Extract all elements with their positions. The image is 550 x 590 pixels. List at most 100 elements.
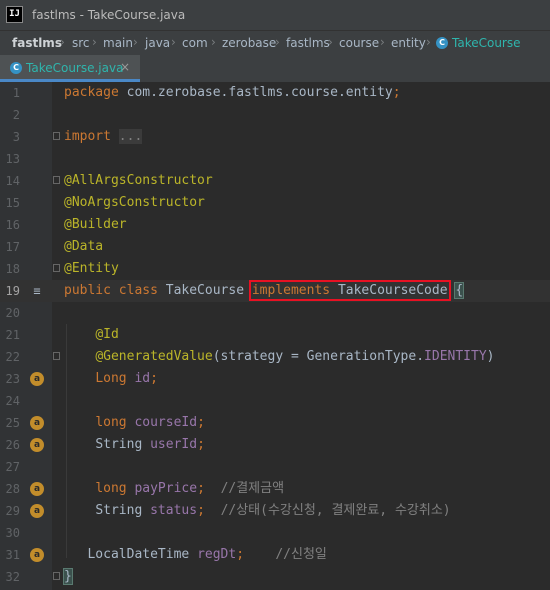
field-marker-icon[interactable]: a (30, 504, 44, 518)
line-number: 29 (5, 504, 20, 518)
code-line[interactable]: 23 a Long id; (0, 368, 550, 390)
code-text: public class TakeCourse implements TakeC… (64, 280, 465, 302)
code-token: ; (150, 371, 158, 386)
code-text: long courseId; (64, 412, 205, 434)
code-text: @Data (64, 236, 103, 258)
code-token: @Id (95, 327, 119, 342)
fold-marker-icon[interactable] (53, 132, 60, 140)
line-number: 16 (5, 218, 20, 232)
code-text: String userId; (64, 434, 205, 456)
code-token: ; (197, 415, 205, 430)
line-number: 3 (12, 130, 20, 144)
code-text: @Id (64, 324, 119, 346)
field-marker-icon[interactable]: a (30, 372, 44, 386)
line-number: 14 (5, 174, 20, 188)
line-number: 30 (5, 526, 20, 540)
code-token: @Data (64, 239, 104, 254)
code-line[interactable]: 16 @Builder (0, 214, 550, 236)
field-marker-icon[interactable]: a (30, 548, 44, 562)
chevron-right-icon: › (60, 35, 65, 49)
code-token: TakeCourseCode (330, 283, 448, 298)
close-icon[interactable]: × (120, 60, 130, 74)
code-line[interactable]: 15 @NoArgsConstructor (0, 192, 550, 214)
breadcrumb-main[interactable]: main (103, 36, 133, 50)
fold-marker-icon[interactable] (53, 176, 60, 184)
code-line[interactable]: 13 (0, 148, 550, 170)
line-number: 27 (5, 460, 20, 474)
code-line[interactable]: 28 a long payPrice; //결제금액 (0, 478, 550, 500)
chevron-right-icon: › (275, 35, 280, 49)
class-icon: C (436, 36, 448, 49)
tab-takecourse-java[interactable]: C TakeCourse.java × (0, 55, 140, 82)
code-token: } (63, 568, 73, 585)
breadcrumb-java[interactable]: java (145, 36, 170, 50)
line-number: 21 (5, 328, 20, 342)
code-text: @GeneratedValue(strategy = GenerationTyp… (64, 346, 494, 368)
code-token: userId (150, 437, 198, 452)
line-number: 22 (5, 350, 20, 364)
code-line[interactable]: 30 (0, 522, 550, 544)
code-line[interactable]: 19 ≡ public class TakeCourse implements Ta… (0, 280, 550, 302)
code-line[interactable]: 17 @Data (0, 236, 550, 258)
code-token: @AllArgsConstructor (64, 173, 213, 188)
line-number: 13 (5, 152, 20, 166)
breadcrumb-com[interactable]: com (182, 36, 208, 50)
database-entity-icon[interactable]: ≡ (30, 284, 44, 298)
editor-tab-bar: C TakeCourse.java × (0, 55, 550, 83)
code-line[interactable]: 20 (0, 302, 550, 324)
field-marker-icon[interactable]: a (30, 482, 44, 496)
fold-marker-icon[interactable] (53, 264, 60, 272)
field-marker-icon[interactable]: a (30, 438, 44, 452)
breadcrumb-fastlms-pkg[interactable]: fastlms (286, 36, 330, 50)
breadcrumb-takecourse[interactable]: C TakeCourse (436, 36, 521, 50)
code-token: public class (64, 283, 166, 298)
code-line[interactable]: 18 @Entity (0, 258, 550, 280)
code-line[interactable]: 31 a LocalDateTime regDt; //신청일 (0, 544, 550, 566)
breadcrumb-fastlms[interactable]: fastlms (12, 36, 62, 50)
code-line[interactable]: 2 (0, 104, 550, 126)
code-token: status (150, 503, 198, 518)
code-token: String (95, 437, 151, 452)
code-token: ... (118, 129, 143, 144)
code-line[interactable]: 1 package com.zerobase.fastlms.course.ent… (0, 82, 550, 104)
code-line[interactable]: 27 (0, 456, 550, 478)
line-number: 17 (5, 240, 20, 254)
code-line[interactable]: 22 @GeneratedValue(strategy = Generation… (0, 346, 550, 368)
code-line[interactable]: 32} (0, 566, 550, 588)
line-number: 31 (5, 548, 20, 562)
code-line[interactable]: 26 a String userId; (0, 434, 550, 456)
line-number: 23 (5, 372, 20, 386)
code-line[interactable]: 21 @Id (0, 324, 550, 346)
line-number: 19 (5, 284, 20, 298)
fold-marker-icon[interactable] (53, 352, 60, 360)
code-text: Long id; (64, 368, 158, 390)
code-token: @Entity (64, 261, 119, 276)
code-token: //결제금액 (220, 481, 285, 496)
code-line[interactable]: 14 @AllArgsConstructor (0, 170, 550, 192)
code-token: courseId (134, 415, 198, 430)
breadcrumb-zerobase[interactable]: zerobase (222, 36, 276, 50)
code-token: @Builder (64, 217, 127, 232)
code-line[interactable]: 3 import ... (0, 126, 550, 148)
code-token: com.zerobase.fastlms.course.entity (126, 85, 393, 100)
code-line[interactable]: 29 a String status; //상태(수강신청, 결제완료, 수강취소… (0, 500, 550, 522)
code-token: @NoArgsConstructor (64, 195, 205, 210)
breadcrumb-src[interactable]: src (72, 36, 90, 50)
field-marker-icon[interactable]: a (30, 416, 44, 430)
fold-marker-icon[interactable] (53, 572, 60, 580)
code-token: @GeneratedValue (95, 349, 213, 364)
code-token: long (95, 415, 135, 430)
intellij-logo-icon: IJ (6, 6, 23, 23)
code-token: id (134, 371, 151, 386)
code-token: LocalDateTime (87, 547, 198, 562)
line-number: 28 (5, 482, 20, 496)
line-number: 20 (5, 306, 20, 320)
breadcrumb-entity[interactable]: entity (391, 36, 426, 50)
breadcrumb-course[interactable]: course (339, 36, 379, 50)
code-line[interactable]: 25 a long courseId; (0, 412, 550, 434)
code-editor[interactable]: 1 package com.zerobase.fastlms.course.ent… (0, 82, 550, 590)
code-line[interactable]: 24 (0, 390, 550, 412)
